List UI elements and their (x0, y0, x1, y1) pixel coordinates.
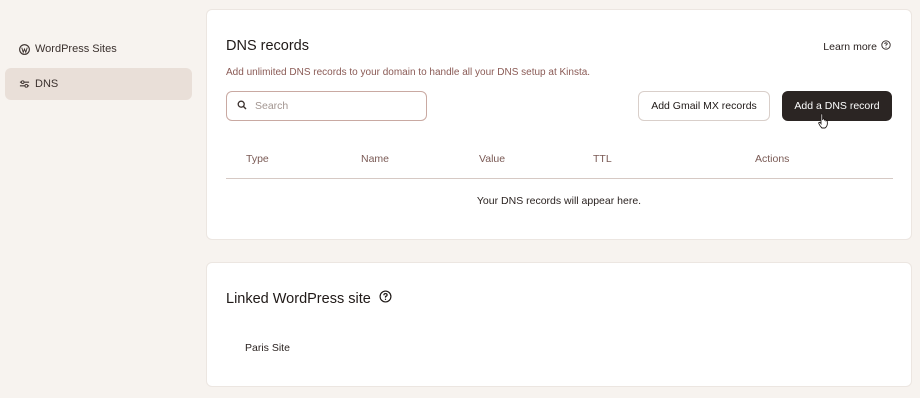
sliders-icon (18, 78, 30, 90)
column-header-value: Value (479, 153, 506, 165)
dns-records-description: Add unlimited DNS records to your domain… (226, 67, 591, 78)
sidebar-item-label: WordPress Sites (35, 43, 117, 55)
learn-more-label: Learn more (823, 40, 877, 53)
empty-state-message: Your DNS records will appear here. (476, 195, 642, 207)
search-icon (237, 97, 247, 115)
hand-cursor-icon (817, 113, 831, 134)
sidebar-item-dns[interactable]: DNS (5, 68, 192, 100)
sidebar: WordPress Sites DNS (0, 0, 200, 398)
linked-site-name[interactable]: Paris Site (245, 342, 290, 354)
column-header-actions: Actions (755, 153, 790, 165)
help-icon (881, 40, 891, 53)
linked-site-title: Linked WordPress site (226, 290, 371, 307)
wordpress-icon (18, 43, 30, 55)
linked-wordpress-site-card: Linked WordPress site Paris Site (206, 262, 912, 387)
help-icon[interactable] (379, 290, 392, 307)
column-header-type: Type (246, 153, 269, 165)
learn-more-link[interactable]: Learn more (823, 40, 891, 53)
column-header-name: Name (361, 153, 390, 165)
search-box[interactable] (226, 91, 427, 121)
add-gmail-mx-records-button[interactable]: Add Gmail MX records (638, 91, 770, 121)
search-input[interactable] (255, 100, 415, 112)
dns-records-card: DNS records Learn more Add unlimited DNS… (206, 9, 912, 240)
linked-site-title-row: Linked WordPress site (226, 290, 392, 307)
dns-records-title: DNS records (226, 38, 309, 54)
column-header-ttl: TTL (593, 153, 612, 165)
add-dns-record-button[interactable]: Add a DNS record (782, 91, 892, 121)
sidebar-item-wordpress-sites[interactable]: WordPress Sites (5, 33, 192, 65)
dns-table-header: Type Name Value TTL Actions (226, 139, 893, 179)
sidebar-item-label: DNS (35, 78, 59, 90)
